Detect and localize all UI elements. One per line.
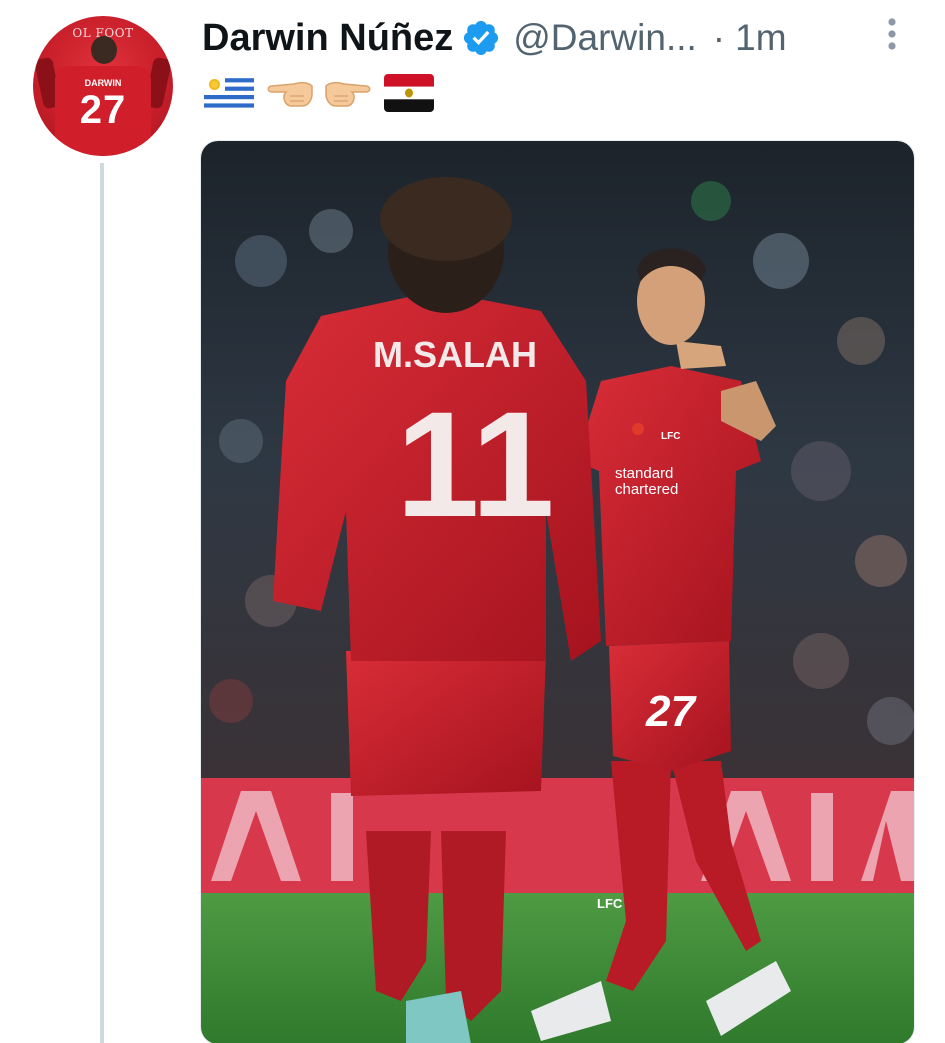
avatar-shirt-number: 27 bbox=[79, 88, 127, 132]
sponsor-text-line2: chartered bbox=[615, 481, 678, 498]
lfc-crest: LFC bbox=[661, 431, 680, 442]
tweet-text bbox=[204, 74, 434, 112]
more-options-icon[interactable] bbox=[880, 16, 904, 52]
right-player-number: 27 bbox=[645, 687, 697, 736]
author-display-name[interactable]: Darwin Núñez bbox=[202, 17, 453, 60]
left-player-number: 11 bbox=[396, 380, 555, 548]
tweet-header: Darwin Núñez @Darwin... · 1m bbox=[202, 12, 787, 64]
tweet-media-image[interactable]: standard chartered LFC 27 LFC M.SALAH 11 bbox=[200, 140, 915, 1043]
verified-badge-icon[interactable] bbox=[461, 18, 501, 58]
timestamp[interactable]: 1m bbox=[735, 17, 786, 59]
avatar-head bbox=[91, 36, 117, 64]
avatar-shirt-name: DARWIN bbox=[84, 78, 122, 88]
thread-line bbox=[100, 163, 104, 1043]
author-handle[interactable]: @Darwin... bbox=[513, 17, 697, 59]
sponsor-text-line1: standard bbox=[615, 465, 673, 482]
avatar[interactable]: OL FOOT DARWIN 27 bbox=[33, 16, 173, 156]
ad-board bbox=[201, 778, 914, 893]
poppy-icon bbox=[632, 423, 644, 435]
left-player-name: M.SALAH bbox=[373, 334, 537, 375]
football-photo: standard chartered LFC 27 LFC M.SALAH 11 bbox=[201, 141, 914, 1043]
backhand-pointing-left-icon bbox=[267, 81, 313, 107]
sock-text: LFC bbox=[597, 896, 623, 911]
egypt-flag-icon bbox=[384, 74, 434, 112]
tweet[interactable]: OL FOOT DARWIN 27 Darwin Núñez @Darwin..… bbox=[0, 0, 945, 1043]
backhand-pointing-right-icon bbox=[325, 81, 371, 107]
uruguay-flag-icon bbox=[204, 74, 254, 112]
timestamp-separator: · bbox=[712, 17, 726, 58]
